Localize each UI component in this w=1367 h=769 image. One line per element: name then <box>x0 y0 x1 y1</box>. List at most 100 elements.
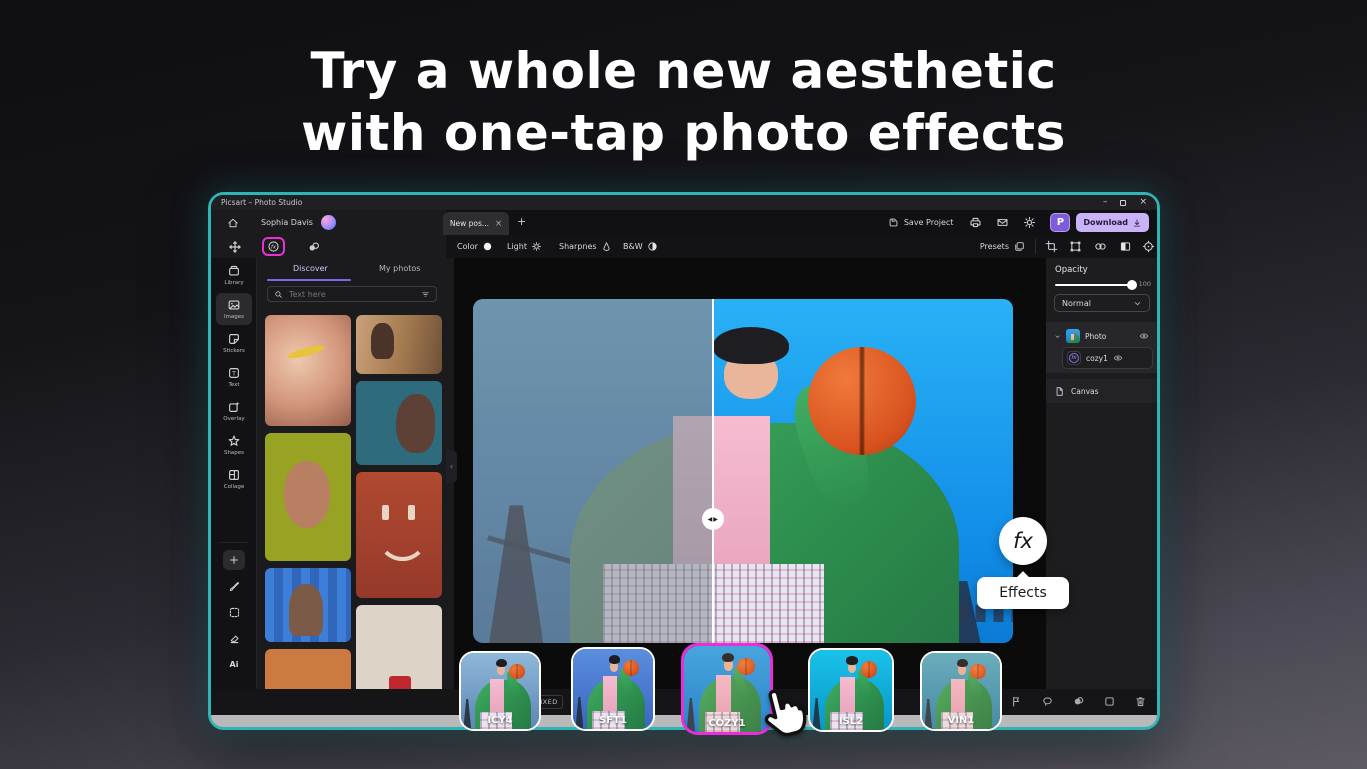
text-icon: T <box>227 366 241 380</box>
home-icon[interactable] <box>227 217 239 229</box>
sidebar-item-library[interactable]: Library <box>211 258 257 292</box>
sidebar-item-images[interactable]: Images <box>211 292 257 326</box>
window-title: Picsart – Photo Studio <box>221 198 302 207</box>
stock-photo[interactable] <box>356 472 442 598</box>
left-panel: Discover My photos <box>257 258 454 689</box>
cutout-icon[interactable] <box>1041 695 1054 708</box>
adjust-color[interactable]: Color <box>457 235 493 258</box>
tab-close-icon[interactable]: × <box>495 219 502 229</box>
stock-photo[interactable] <box>356 605 442 689</box>
split-view-icon[interactable] <box>1119 240 1132 253</box>
fx-layer-badge: fx <box>1067 351 1081 365</box>
filter-thumbnail-sft1[interactable]: SFT1 <box>571 647 655 731</box>
filter-thumbnail-isl2[interactable]: ISL2 <box>808 648 894 732</box>
minimize-button[interactable]: – <box>1103 198 1108 207</box>
right-panel: Opacity 100 Normal <box>1045 258 1157 689</box>
compare-slider-handle[interactable]: ◀ ▶ <box>702 508 724 530</box>
sidebar-item-shapes[interactable]: Shapes <box>211 428 257 462</box>
sun-icon <box>531 241 542 252</box>
layer-row-effect[interactable]: fx cozy1 <box>1062 347 1153 369</box>
effects-fx-bubble[interactable]: fx <box>999 517 1047 565</box>
scene-shape <box>840 677 855 712</box>
library-icon <box>227 264 241 278</box>
adjust-light[interactable]: Light <box>507 235 542 258</box>
scene-beanie <box>713 327 789 365</box>
sidebar-item-text[interactable]: T Text <box>211 360 257 394</box>
sidebar-item-overlay[interactable]: Overlay <box>211 394 257 428</box>
stock-photo[interactable] <box>265 433 351 561</box>
filter-thumbnail-icy4[interactable]: ICY4 <box>459 651 541 731</box>
light-label: Light <box>507 242 527 251</box>
opacity-slider[interactable] <box>1055 284 1133 286</box>
panel-collapse-handle[interactable]: ‹ <box>446 450 457 483</box>
settings-gear-icon[interactable] <box>1023 216 1036 229</box>
trash-icon[interactable] <box>1134 695 1147 708</box>
stock-photo[interactable] <box>356 381 442 465</box>
canvas-size-icon[interactable] <box>1103 695 1116 708</box>
filter-thumbnail-vin1[interactable]: VIN1 <box>920 651 1002 731</box>
plus-icon <box>223 550 245 570</box>
hero-line-2: with one-tap photo effects <box>0 102 1367 164</box>
download-button[interactable]: Download <box>1076 213 1149 232</box>
scene-shape <box>861 661 877 677</box>
app-window: Picsart – Photo Studio – × Sophia Davis … <box>208 192 1160 730</box>
save-project-button[interactable]: Save Project <box>888 217 954 228</box>
stock-photo[interactable] <box>265 315 351 426</box>
flag-icon[interactable] <box>1010 695 1023 708</box>
crop-icon[interactable] <box>1045 240 1058 253</box>
layer-name: Canvas <box>1071 387 1099 396</box>
layer-row-canvas[interactable]: Canvas <box>1046 379 1157 403</box>
layer-row-photo[interactable]: Photo <box>1050 325 1153 347</box>
link-icon[interactable] <box>1094 240 1107 253</box>
search-icon <box>274 290 283 299</box>
shapes-star-icon <box>227 434 241 448</box>
maximize-button[interactable] <box>1120 200 1126 206</box>
picsart-p-button[interactable]: P <box>1050 213 1070 232</box>
eye-icon[interactable] <box>1113 353 1123 363</box>
tab-label: New pos... <box>450 219 489 228</box>
sidebar-item-collage[interactable]: Collage <box>211 462 257 496</box>
tab-new-post[interactable]: New pos... × <box>443 212 509 235</box>
user-name[interactable]: Sophia Davis <box>261 218 313 227</box>
filter-label: ICY4 <box>461 715 539 726</box>
stock-photo[interactable] <box>356 315 442 374</box>
search-input[interactable] <box>287 289 417 300</box>
tab-my-photos[interactable]: My photos <box>379 264 420 273</box>
titlebar: Picsart – Photo Studio – × <box>211 195 1157 210</box>
move-tool-icon[interactable] <box>228 240 242 254</box>
opacity-slider-knob[interactable] <box>1127 280 1137 290</box>
perspective-icon[interactable] <box>1069 240 1082 253</box>
add-tool-button[interactable] <box>211 547 257 573</box>
retouch-tool-icon[interactable] <box>307 240 321 254</box>
mail-icon[interactable] <box>996 216 1009 229</box>
brush-tool-button[interactable] <box>211 573 257 599</box>
adjust-bw[interactable]: B&W <box>623 235 658 258</box>
rotate-adjust-icon[interactable] <box>1142 240 1155 253</box>
presets-button[interactable]: Presets <box>980 235 1025 258</box>
print-icon[interactable] <box>969 216 982 229</box>
text-label: Text <box>228 382 239 388</box>
eye-icon[interactable] <box>1139 331 1149 341</box>
tools-rail: Library Images Stickers T Text Overlay S… <box>211 258 257 689</box>
canvas-image[interactable]: ◀ ▶ <box>473 299 1013 643</box>
sidebar-item-stickers[interactable]: Stickers <box>211 326 257 360</box>
stock-photo[interactable] <box>265 568 351 642</box>
adjust-sharpen[interactable]: Sharpnes <box>559 235 612 258</box>
chevron-down-icon[interactable] <box>1054 333 1061 340</box>
blend-mode-select[interactable]: Normal <box>1054 294 1150 312</box>
new-tab-button[interactable]: + <box>517 214 526 230</box>
mask-icon[interactable] <box>1072 695 1085 708</box>
ai-tool-button[interactable]: Ai <box>211 651 257 677</box>
bw-label: B&W <box>623 242 643 251</box>
filter-icon[interactable] <box>421 290 430 299</box>
tab-discover[interactable]: Discover <box>293 264 328 273</box>
ai-label: Ai <box>230 660 239 669</box>
select-tool-button[interactable] <box>211 599 257 625</box>
close-button[interactable]: × <box>1139 198 1147 207</box>
effects-tool-active[interactable]: fx <box>262 237 285 256</box>
stock-photo[interactable] <box>265 649 351 689</box>
avatar[interactable] <box>321 215 336 230</box>
search-box[interactable] <box>267 286 437 302</box>
eraser-tool-button[interactable] <box>211 625 257 651</box>
images-icon <box>227 298 241 312</box>
